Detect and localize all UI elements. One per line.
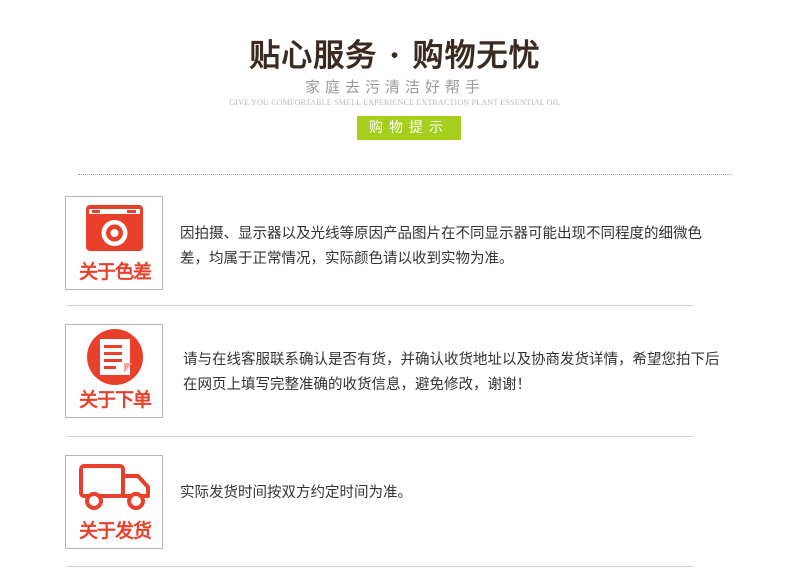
section-label-shipping: 关于发货 [78, 520, 152, 542]
section-divider [67, 566, 693, 567]
section-divider [67, 436, 693, 437]
color-difference-icon-box: 关于色差 [65, 196, 163, 290]
section-text-ordering: 请与在线客服联系确认是否有货，并确认收货地址以及协商发货详情，希望您拍下后在网页… [183, 352, 720, 393]
page-subtitle: 家庭去污清洁好帮手 [304, 78, 485, 96]
truck-icon [79, 464, 150, 510]
section-text-shipping: 实际发货时间按双方约定时间为准。 [180, 485, 412, 501]
dotted-divider [78, 174, 732, 175]
ordering-icon-box: 关于下单 [65, 324, 163, 418]
shopping-tips-badge: 购物提示 [357, 116, 461, 140]
camera-icon [86, 205, 143, 251]
document-icon [87, 329, 143, 385]
section-divider [67, 305, 693, 306]
shipping-icon-box: 关于发货 [65, 455, 163, 549]
section-label-ordering: 关于下单 [78, 389, 152, 411]
section-text-color-difference: 因拍摄、显示器以及光线等原因产品图片在不同显示器可能出现不同程度的细微色差，均属… [180, 226, 702, 267]
section-label-color-difference: 关于色差 [78, 261, 152, 283]
page-title: 贴心服务 · 购物无忧 [249, 38, 541, 74]
english-tagline: GIVE YOU COMFORTABLE SMELL EXPERIENCE EX… [229, 98, 561, 107]
